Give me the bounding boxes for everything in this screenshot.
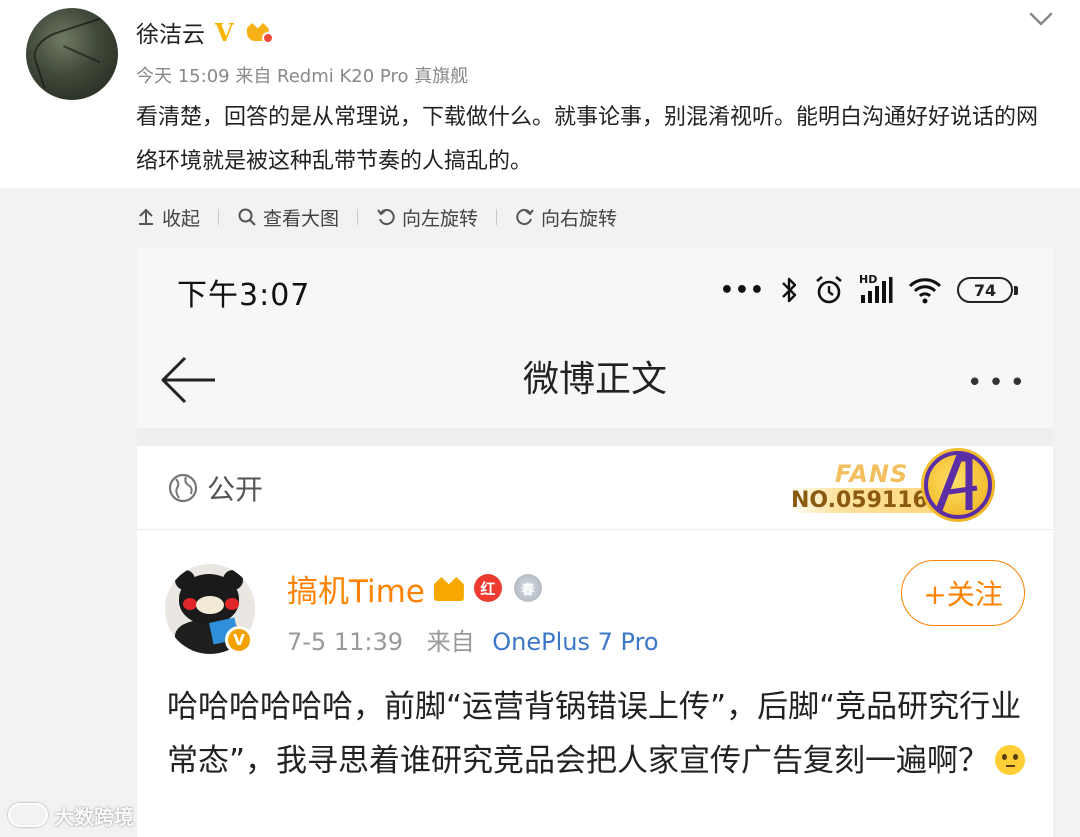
watermark: 大数跨境 — [8, 800, 134, 830]
red-medal-text: 红 — [473, 574, 502, 602]
commenter-header: 徐洁云 V — [136, 14, 274, 50]
phone-status-bar: 下午3:07 ••• HD 74 — [137, 248, 1053, 332]
red-medal-icon: 红 — [473, 573, 505, 603]
post-source-prefix: 来自 — [426, 628, 475, 656]
section-divider — [137, 428, 1053, 446]
comment-text: 看清楚，回答的是从常理说，下载做什么。就事论事，别混淆视听。能明白沟通好好说话的… — [136, 105, 1039, 174]
avengers-logo-icon — [921, 448, 995, 522]
post-body: 哈哈哈哈哈哈，前脚“运营背锅错误上传”，后脚“竞品研究行业常态”，我寻思着谁研究… — [167, 680, 1027, 788]
visibility-text: 公开 — [207, 473, 264, 506]
fans-word: FANS — [835, 460, 909, 488]
fans-badge[interactable]: FANS NO.0591162 — [775, 446, 995, 522]
collapse-label: 收起 — [162, 207, 201, 230]
attached-screenshot[interactable]: 下午3:07 ••• HD 74 微博正文 ••• 公开 FANS NO.059… — [137, 248, 1053, 837]
toolbar-divider — [218, 209, 220, 225]
collapse-arrow-icon — [139, 208, 153, 225]
signal-icon: HD — [859, 273, 893, 305]
watermark-text: 大数跨境 — [54, 804, 134, 829]
follow-label: +关注 — [923, 578, 1003, 611]
chevron-down-icon[interactable] — [1028, 8, 1054, 30]
post-time: 7-5 11:39 — [287, 628, 403, 656]
view-large-button[interactable]: 查看大图 — [237, 204, 339, 231]
verified-icon: V — [215, 17, 234, 47]
crown-medal-icon — [433, 573, 465, 603]
view-large-label: 查看大图 — [263, 207, 340, 230]
preview-toolbar: 收起 查看大图 向左旋转 向右旋转 — [136, 200, 617, 234]
commenter-name[interactable]: 徐洁云 — [136, 15, 205, 49]
rotate-right-button[interactable]: 向右旋转 — [515, 204, 617, 231]
post-verified-icon: V — [225, 626, 253, 654]
magnifier-icon — [238, 208, 256, 226]
globe-icon — [168, 473, 198, 503]
toolbar-divider — [357, 209, 359, 225]
weibo-post: V 搞机Time 红 春 7-5 11:39 来自 OnePlus 7 Pro … — [137, 530, 1053, 837]
vip-crown-icon — [244, 20, 274, 44]
post-author-name[interactable]: 搞机Time — [287, 566, 425, 611]
rotate-right-label: 向右旋转 — [541, 207, 618, 230]
visibility-row: 公开 FANS NO.0591162 — [137, 446, 1053, 530]
toolbar-divider — [496, 209, 498, 225]
status-time: 下午3:07 — [177, 278, 311, 313]
watermark-logo-icon — [8, 803, 48, 827]
silver-medal-icon: 春 — [513, 573, 545, 603]
status-icons: ••• HD 74 — [719, 270, 1018, 310]
wifi-icon — [908, 278, 942, 304]
collapse-button[interactable]: 收起 — [136, 204, 200, 231]
rotate-left-button[interactable]: 向左旋转 — [376, 204, 478, 231]
bluetooth-icon — [782, 277, 797, 303]
visibility-label[interactable]: 公开 — [167, 468, 263, 508]
follow-button[interactable]: +关注 — [901, 560, 1025, 626]
alarm-icon — [816, 275, 842, 304]
phone-nav-bar: 微博正文 ••• — [137, 332, 1053, 428]
comment-meta: 今天 15:09 来自 Redmi K20 Pro 真旗舰 — [136, 66, 469, 87]
nav-title: 微博正文 — [522, 359, 667, 400]
status-more-dots: ••• — [719, 277, 765, 303]
more-options-button[interactable]: ••• — [967, 368, 1031, 398]
battery-icon: 74 — [957, 277, 1018, 303]
commenter-avatar[interactable] — [26, 8, 118, 100]
rotate-left-icon — [377, 209, 395, 226]
post-text: 哈哈哈哈哈哈，前脚“运营背锅错误上传”，后脚“竞品研究行业常态”，我寻思着谁研究… — [167, 689, 1022, 779]
post-device[interactable]: OnePlus 7 Pro — [492, 628, 658, 656]
post-author-row: 搞机Time 红 春 — [287, 566, 545, 611]
rotate-right-icon — [516, 209, 534, 226]
silver-medal-text: 春 — [513, 574, 542, 602]
think-emoji-icon — [995, 745, 1026, 775]
post-meta: 7-5 11:39 来自 OnePlus 7 Pro — [287, 622, 659, 657]
rotate-left-label: 向左旋转 — [402, 207, 479, 230]
